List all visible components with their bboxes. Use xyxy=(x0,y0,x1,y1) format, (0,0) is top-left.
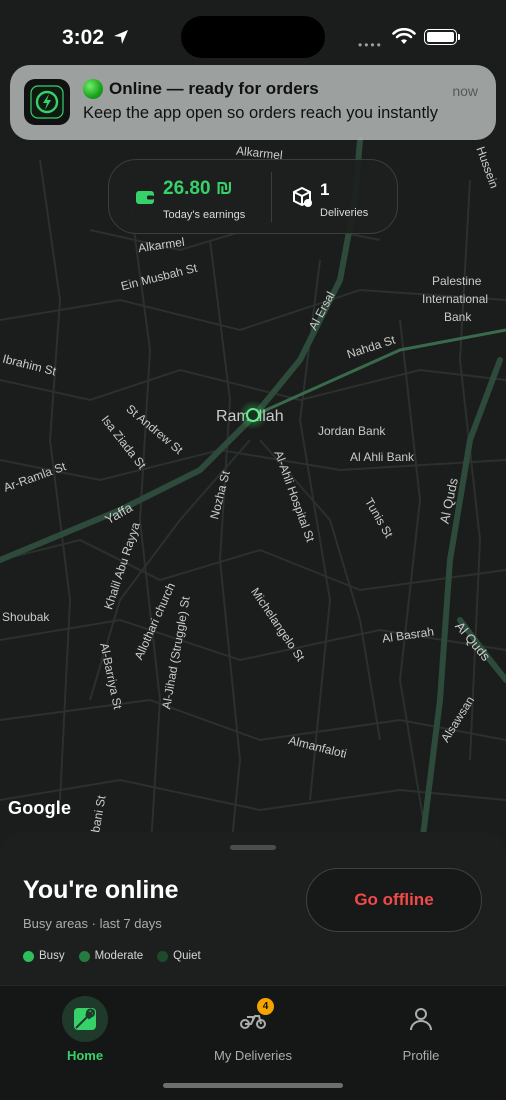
map-icon xyxy=(74,1008,96,1030)
busy-areas-subtitle: Busy areas · last 7 days xyxy=(23,916,162,931)
earnings-amount: 26.80 ₪ xyxy=(163,178,233,199)
tab-label: Home xyxy=(66,1048,104,1063)
moderate-dot-icon xyxy=(78,950,90,962)
map-label: Palestine xyxy=(432,274,482,288)
heatmap-legend: Busy Moderate Quiet xyxy=(23,950,201,962)
notification-title: Online — ready for orders xyxy=(83,79,319,99)
home-icon-wrap xyxy=(62,996,108,1042)
home-indicator xyxy=(163,1083,343,1088)
legend-label: Busy xyxy=(39,950,65,962)
person-icon xyxy=(410,1008,432,1031)
notification-time: now xyxy=(452,83,478,99)
deliveries-label: Deliveries xyxy=(320,207,369,219)
profile-icon-wrap xyxy=(398,996,444,1042)
deliveries-count: 1 xyxy=(320,180,330,199)
status-time: 3:02 xyxy=(62,26,105,49)
green-circle-icon xyxy=(83,79,103,99)
status-bar: 3:02 •••• xyxy=(0,0,506,60)
wifi-icon xyxy=(392,28,416,44)
quiet-dot-icon xyxy=(157,950,169,962)
legend-moderate: Moderate xyxy=(78,950,144,962)
map-label: Bank xyxy=(444,310,472,324)
signal-dots: •••• xyxy=(358,38,383,52)
map-label: Jordan Bank xyxy=(318,424,386,438)
map-label: International xyxy=(422,292,489,306)
legend-label: Quiet xyxy=(173,950,201,962)
tab-my-deliveries[interactable]: 4 My Deliveries xyxy=(178,996,328,1066)
pill-divider xyxy=(271,172,272,222)
notification-banner[interactable]: Online — ready for orders now Keep the a… xyxy=(10,65,496,140)
notification-title-text: Online — ready for orders xyxy=(109,79,319,98)
google-attribution: Google xyxy=(8,798,72,818)
online-title: You're online xyxy=(23,876,179,904)
dynamic-island xyxy=(181,16,325,58)
deliveries-badge: 4 xyxy=(257,998,274,1015)
sheet-handle[interactable] xyxy=(230,845,276,850)
package-icon xyxy=(293,186,312,207)
tab-label: Profile xyxy=(402,1048,440,1063)
current-location-marker xyxy=(238,400,268,430)
battery-icon xyxy=(424,29,457,45)
map-label: Shoubak xyxy=(2,610,50,624)
status-sheet: You're online Busy areas · last 7 days B… xyxy=(0,832,506,992)
legend-quiet: Quiet xyxy=(157,950,201,962)
tab-home[interactable]: Home xyxy=(10,996,160,1066)
earnings-summary[interactable]: 26.80 ₪ Today's earnings 1 Deliveries xyxy=(108,159,398,234)
notification-body: Keep the app open so orders reach you in… xyxy=(83,104,438,122)
battery-nub xyxy=(458,34,460,40)
tab-profile[interactable]: Profile xyxy=(346,996,496,1066)
legend-label: Moderate xyxy=(94,950,144,962)
wallet-icon xyxy=(136,191,154,204)
location-arrow-icon xyxy=(114,30,128,44)
tab-label: My Deliveries xyxy=(213,1048,292,1063)
app-logo-icon xyxy=(30,85,64,119)
deliveries-icon-wrap: 4 xyxy=(230,996,276,1042)
map-label: Al Ahli Bank xyxy=(350,450,415,464)
busy-dot-icon xyxy=(23,950,34,962)
legend-busy: Busy xyxy=(23,950,65,962)
app-icon xyxy=(24,79,70,125)
go-offline-button[interactable]: Go offline xyxy=(306,868,482,932)
earnings-label: Today's earnings xyxy=(163,209,246,221)
